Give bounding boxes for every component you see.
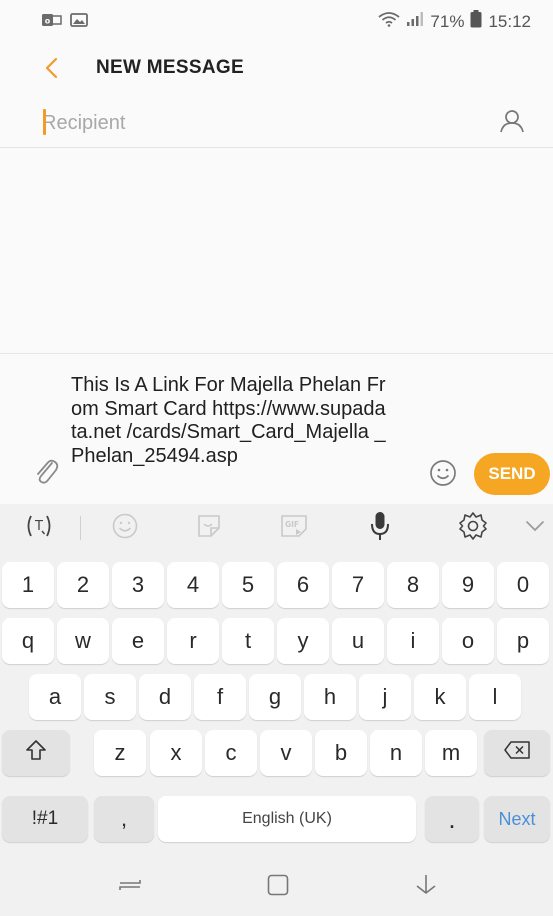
key-d[interactable]: d: [139, 674, 191, 720]
key-8[interactable]: 8: [387, 562, 439, 608]
navigation-bar: [0, 858, 553, 916]
toolbar-divider: [80, 516, 81, 540]
text-cursor: [43, 109, 46, 135]
emoji-icon: [429, 459, 457, 492]
app-header: NEW MESSAGE: [0, 44, 553, 96]
status-bar: o 71% 15:12: [0, 0, 553, 44]
nav-back-button[interactable]: [404, 868, 448, 906]
home-icon: [266, 873, 290, 902]
emoji-icon: [111, 512, 139, 545]
contact-picker-button[interactable]: [496, 109, 528, 137]
key-q[interactable]: q: [2, 618, 54, 664]
home-button[interactable]: [256, 868, 300, 906]
space-key[interactable]: English (UK): [158, 796, 416, 842]
key-y[interactable]: y: [277, 618, 329, 664]
paperclip-icon: [33, 455, 59, 490]
key-x[interactable]: x: [150, 730, 202, 776]
key-9[interactable]: 9: [442, 562, 494, 608]
key-s[interactable]: s: [84, 674, 136, 720]
send-button[interactable]: SEND: [474, 453, 550, 495]
key-p[interactable]: p: [497, 618, 549, 664]
key-f[interactable]: f: [194, 674, 246, 720]
settings-gear-icon: [458, 511, 488, 546]
image-notification-icon: [70, 12, 88, 33]
status-left-icons: o: [42, 12, 88, 33]
attach-button[interactable]: [30, 454, 62, 490]
key-b[interactable]: b: [315, 730, 367, 776]
shift-key[interactable]: [2, 730, 70, 776]
key-1[interactable]: 1: [2, 562, 54, 608]
key-u[interactable]: u: [332, 618, 384, 664]
keyboard-toolbar: T GIF: [0, 504, 553, 552]
svg-text:GIF: GIF: [285, 520, 299, 529]
recipient-row: [0, 97, 553, 148]
person-icon: [499, 109, 525, 138]
key-r[interactable]: r: [167, 618, 219, 664]
key-a[interactable]: a: [29, 674, 81, 720]
keyboard: 1 2 3 4 5 6 7 8 9 0 q w e r t y u i o p …: [0, 552, 553, 858]
toolbar-settings-button[interactable]: [452, 510, 494, 546]
key-z[interactable]: z: [94, 730, 146, 776]
toolbar-sticker-button[interactable]: [188, 510, 230, 546]
svg-text:T: T: [34, 519, 43, 534]
clock-time: 15:12: [488, 11, 531, 31]
back-icon: [413, 873, 439, 902]
toolbar-gif-button[interactable]: GIF: [273, 510, 315, 546]
key-4[interactable]: 4: [167, 562, 219, 608]
toolbar-voice-input-button[interactable]: [359, 510, 401, 546]
key-c[interactable]: c: [205, 730, 257, 776]
key-6[interactable]: 6: [277, 562, 329, 608]
svg-text:o: o: [45, 17, 51, 26]
sticker-icon: [195, 512, 223, 545]
symbols-key[interactable]: !#1: [2, 796, 88, 842]
outlook-notification-icon: o: [42, 12, 62, 33]
status-right: 71% 15:12: [378, 10, 531, 33]
backspace-key[interactable]: [484, 730, 550, 776]
key-g[interactable]: g: [249, 674, 301, 720]
key-o[interactable]: o: [442, 618, 494, 664]
wifi-icon: [378, 11, 400, 32]
key-5[interactable]: 5: [222, 562, 274, 608]
microphone-icon: [369, 511, 391, 546]
recipient-input[interactable]: [40, 105, 464, 141]
recent-apps-button[interactable]: [108, 868, 152, 906]
key-0[interactable]: 0: [497, 562, 549, 608]
next-key[interactable]: Next: [484, 796, 550, 842]
message-input[interactable]: This Is A Link For Majella Phelan From S…: [71, 374, 391, 468]
recent-apps-icon: [116, 875, 144, 900]
key-i[interactable]: i: [387, 618, 439, 664]
key-k[interactable]: k: [414, 674, 466, 720]
page-title: NEW MESSAGE: [96, 57, 244, 78]
key-7[interactable]: 7: [332, 562, 384, 608]
key-e[interactable]: e: [112, 618, 164, 664]
shift-arrow-icon: [25, 739, 47, 767]
compose-area: This Is A Link For Majella Phelan From S…: [0, 353, 553, 505]
key-3[interactable]: 3: [112, 562, 164, 608]
key-t[interactable]: t: [222, 618, 274, 664]
key-l[interactable]: l: [469, 674, 521, 720]
battery-icon: [470, 10, 482, 33]
period-key[interactable]: .: [425, 796, 479, 842]
key-2[interactable]: 2: [57, 562, 109, 608]
backspace-icon: [503, 740, 531, 766]
toolbar-collapse-button[interactable]: [520, 510, 550, 546]
gif-icon: GIF: [279, 513, 309, 544]
comma-key[interactable]: ,: [94, 796, 154, 842]
chevron-down-icon: [525, 519, 545, 537]
back-button[interactable]: [36, 50, 66, 90]
battery-percent: 71%: [430, 11, 465, 31]
chevron-left-icon: [44, 57, 58, 84]
text-translate-button[interactable]: T: [18, 510, 60, 546]
key-n[interactable]: n: [370, 730, 422, 776]
key-m[interactable]: m: [425, 730, 477, 776]
key-h[interactable]: h: [304, 674, 356, 720]
key-v[interactable]: v: [260, 730, 312, 776]
signal-icon: [406, 11, 424, 32]
toolbar-emoji-button[interactable]: [104, 510, 146, 546]
text-translate-icon: T: [23, 513, 55, 544]
key-w[interactable]: w: [57, 618, 109, 664]
key-j[interactable]: j: [359, 674, 411, 720]
emoji-button[interactable]: [426, 458, 460, 492]
